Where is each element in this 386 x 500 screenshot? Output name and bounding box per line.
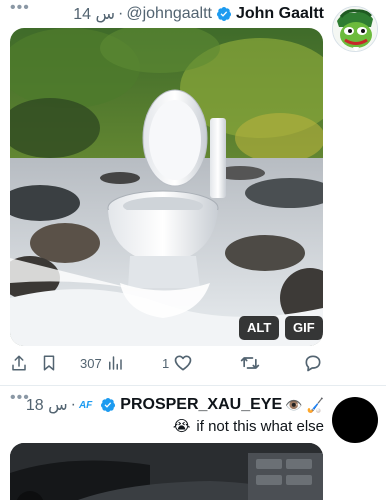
retweet-button[interactable]	[240, 352, 260, 374]
tweet-media-gif[interactable]: ALT GIF	[10, 28, 323, 346]
share-icon	[12, 355, 26, 371]
header-separator: ·	[70, 396, 76, 413]
share-button[interactable]	[10, 352, 28, 374]
views-count: 307	[80, 355, 102, 371]
tweet-header: 18 س · AF PROSPER_XAU_EYE 👁️ 🏑	[26, 395, 324, 415]
affiliate-badge[interactable]: AF	[79, 400, 92, 411]
reply-icon	[305, 355, 321, 372]
tweet-text: 😭 if not this what else	[172, 417, 324, 436]
tweet-card[interactable]: ••• 14 س · @johngaaltt John Gaaltt ALT G…	[0, 0, 386, 386]
author-handle[interactable]: @johngaaltt	[126, 5, 212, 23]
author-display-name[interactable]: PROSPER_XAU_EYE	[120, 396, 282, 414]
alt-text-button[interactable]: ALT	[239, 316, 280, 340]
tweet-time: 18 س	[25, 397, 68, 414]
tweet-body: if not this what else	[196, 417, 324, 435]
joker-pepe-avatar-image	[333, 7, 377, 51]
reply-button[interactable]	[303, 352, 323, 374]
retweet-icon	[240, 357, 260, 369]
tweet-card[interactable]: ••• 18 س · AF PROSPER_XAU_EYE 👁️ 🏑 😭 if …	[0, 386, 386, 500]
bookmark-icon	[43, 355, 55, 371]
car-interior-image	[10, 443, 323, 500]
toilet-in-river-image	[10, 28, 323, 346]
verified-badge-icon	[101, 398, 116, 412]
more-options-icon[interactable]: •••	[10, 0, 30, 16]
author-display-name[interactable]: John Gaaltt	[236, 5, 324, 23]
avatar[interactable]	[332, 397, 378, 443]
tweet-time: 14 س	[73, 6, 116, 23]
bookmark-button[interactable]	[40, 352, 58, 374]
views-button[interactable]: 307	[80, 352, 124, 374]
gif-badge: GIF	[285, 316, 323, 340]
avatar[interactable]	[332, 6, 378, 52]
eye-emoji: 👁️	[285, 396, 303, 413]
verified-badge-icon	[216, 7, 232, 21]
like-icon	[174, 355, 192, 371]
tweet-header: 14 س · @johngaaltt John Gaaltt	[73, 4, 324, 24]
tweet-actions: 307 1	[10, 352, 323, 376]
likes-count: 1	[162, 355, 170, 371]
views-icon	[108, 356, 122, 370]
tweet-media[interactable]	[10, 443, 323, 500]
like-button[interactable]: 1	[162, 352, 193, 374]
hockey-stick-emoji: 🏑	[306, 396, 324, 413]
header-separator: ·	[118, 5, 124, 22]
crying-face-emoji: 😭	[172, 418, 191, 435]
